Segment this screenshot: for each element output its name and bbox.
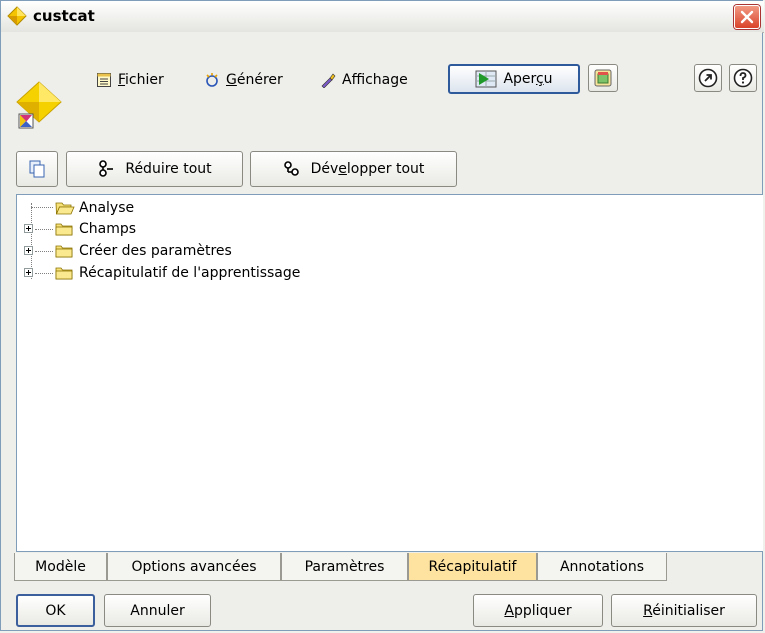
preview-label-mnemonic: ç (535, 71, 544, 87)
play-preview-icon (475, 70, 497, 88)
help-button[interactable] (729, 64, 757, 92)
file-menu-icon (97, 73, 111, 87)
generate-menu-icon (206, 73, 218, 87)
menu-fichier-label: ichier (125, 72, 164, 88)
dialog-button-bar: OK Annuler Appliquer Réinitialiser (1, 586, 764, 632)
tree-item-build-settings[interactable]: Créer des paramètres (55, 241, 232, 261)
copy-button[interactable] (16, 151, 58, 187)
expand-all-icon (283, 161, 299, 176)
toolbar-area: Fichier Générer Affichage Aperçu Réduire… (1, 32, 762, 195)
window-title: custcat (33, 7, 95, 25)
tree-connector (35, 229, 53, 231)
folder-icon (55, 267, 73, 280)
cancel-label: Annuler (130, 602, 185, 619)
expand-all-label-rest: lopper tout (346, 161, 425, 177)
help-icon (733, 68, 753, 88)
menu-bar: Fichier Générer Affichage (84, 62, 754, 96)
arrow-up-right-circle-icon (698, 68, 718, 88)
collapse-all-icon (99, 160, 114, 177)
menu-affichage[interactable]: Affichage (320, 70, 408, 90)
menu-affichage-label: Affichage (342, 72, 408, 88)
menu-generer[interactable]: Générer (204, 70, 283, 90)
tab-bar: Modèle Options avancées Paramètres Récap… (14, 553, 764, 582)
model-nugget-icon (7, 6, 27, 26)
reset-label-mnemonic: R (643, 602, 653, 619)
apply-label-rest: ppliquer (513, 602, 572, 619)
tab-label: Paramètres (304, 558, 385, 575)
tree-connector (31, 207, 53, 209)
reset-button[interactable]: Réinitialiser (611, 594, 757, 627)
view-menu-icon (321, 73, 336, 88)
tab-annotations[interactable]: Annotations (537, 553, 667, 581)
expand-all-button[interactable]: Développer tout (250, 151, 457, 187)
expand-toggle-build-settings[interactable] (24, 246, 33, 255)
tab-options-avancees[interactable]: Options avancées (107, 553, 281, 581)
tab-label: Modèle (35, 558, 86, 575)
preview-button[interactable]: Aperçu (448, 64, 580, 94)
tab-label: Options avancées (131, 558, 257, 575)
apply-button[interactable]: Appliquer (473, 594, 603, 627)
collapse-all-label: Réduire tout (125, 161, 212, 177)
ok-button[interactable]: OK (16, 594, 95, 627)
tree-item-label: Récapitulatif de l'apprentissage (79, 265, 301, 281)
menu-fichier-mnemonic: F (118, 72, 126, 88)
summary-tree[interactable]: Analyse Champs Créer des paramètres Réca… (16, 194, 763, 552)
model-nugget-large-icon (16, 81, 62, 129)
tree-item-training-summary[interactable]: Récapitulatif de l'apprentissage (55, 263, 300, 283)
reset-label-rest: éinitialiser (652, 602, 725, 619)
menu-generer-mnemonic: G (226, 72, 237, 88)
tree-item-label: Créer des paramètres (79, 243, 232, 259)
apply-label-mnemonic: A (504, 602, 514, 619)
expand-toggle-champs[interactable] (24, 224, 33, 233)
cancel-button[interactable]: Annuler (104, 594, 211, 627)
title-bar[interactable]: custcat (1, 1, 764, 33)
folder-icon (55, 223, 73, 236)
add-to-stream-button[interactable] (588, 64, 618, 92)
tree-connector (35, 273, 53, 275)
expand-all-label-mnemonic: e (338, 161, 347, 177)
close-icon (740, 10, 754, 24)
tab-label: Annotations (559, 558, 645, 575)
tree-item-label: Analyse (79, 200, 135, 216)
tree-connector (35, 251, 53, 253)
menu-fichier[interactable]: Fichier (96, 70, 164, 90)
menu-generer-label: énérer (236, 72, 283, 88)
tree-item-champs[interactable]: Champs (55, 219, 136, 239)
tab-modele[interactable]: Modèle (14, 553, 107, 581)
collapse-all-button[interactable]: Réduire tout (66, 151, 243, 187)
folder-icon (55, 245, 73, 258)
preview-label-prefix: Aper (503, 71, 536, 87)
add-to-stream-icon (594, 69, 612, 87)
expand-toggle-training-summary[interactable] (24, 268, 33, 277)
custcat-window: custcat Fichier Générer Affichage Aperçu… (0, 0, 764, 632)
tab-label: Récapitulatif (428, 558, 517, 575)
expand-window-button[interactable] (694, 64, 722, 92)
expand-all-label-prefix: Dév (310, 161, 339, 177)
open-folder-icon (55, 202, 75, 215)
tab-recapitulatif[interactable]: Récapitulatif (408, 553, 537, 581)
preview-label-rest: u (543, 71, 553, 87)
ok-label: OK (45, 602, 66, 619)
tree-item-label: Champs (79, 221, 137, 237)
copy-icon (29, 160, 45, 178)
tree-item-analyse[interactable]: Analyse (55, 198, 134, 218)
tab-parametres[interactable]: Paramètres (281, 553, 408, 581)
close-button[interactable] (734, 5, 760, 29)
